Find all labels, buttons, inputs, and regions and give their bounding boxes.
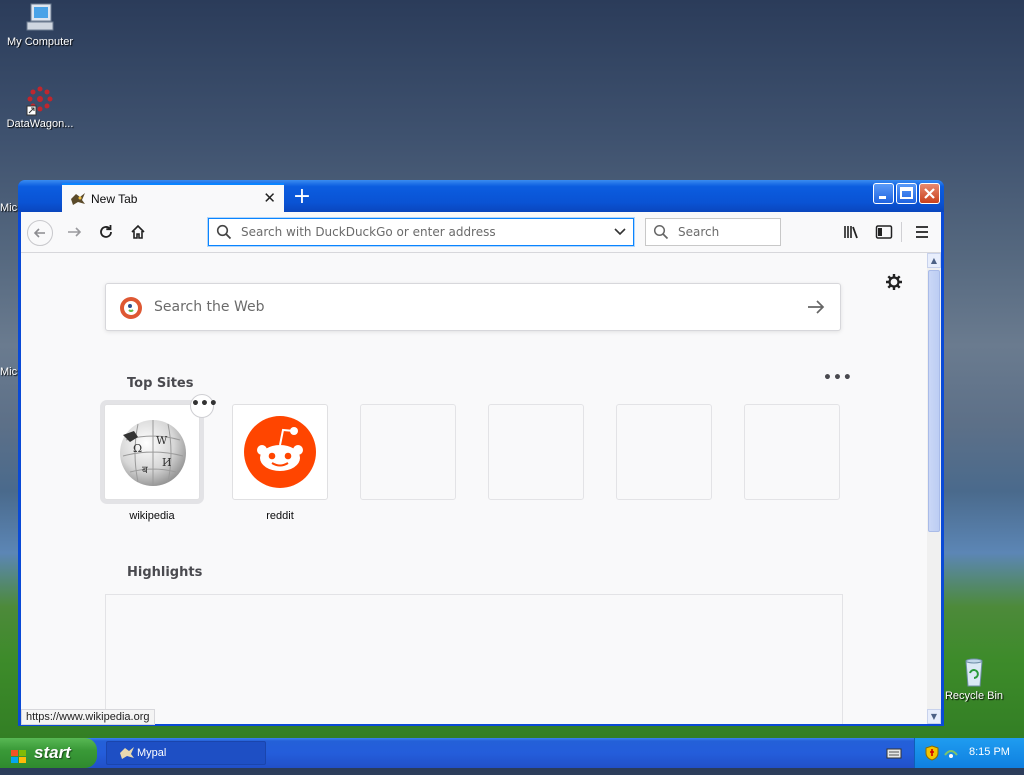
desktop-icon-recycle-bin[interactable]: Recycle Bin: [934, 656, 1014, 702]
desktop-icon-label-clipped[interactable]: Mic: [0, 202, 17, 214]
security-shield-icon[interactable]: [925, 745, 939, 764]
back-button[interactable]: [27, 220, 53, 246]
top-site-tile-empty[interactable]: [360, 404, 456, 500]
web-search-box[interactable]: [105, 283, 841, 331]
desktop-icon-label: My Computer: [6, 36, 74, 48]
datawagon-icon: [23, 84, 57, 116]
home-icon: [131, 224, 145, 239]
highlights-heading: Highlights: [127, 565, 203, 580]
taskbar: start Mypal 8:15 PM: [0, 738, 1024, 768]
duckduckgo-icon: [120, 297, 142, 319]
desktop-icon-label: DataWagon...: [6, 118, 74, 130]
close-button[interactable]: [919, 183, 940, 204]
search-icon: [216, 224, 232, 243]
top-site-tile-wikipedia[interactable]: Ω W И ब: [104, 404, 200, 500]
status-bar-url: https://www.wikipedia.org: [21, 709, 155, 725]
arrow-right-icon[interactable]: [806, 297, 826, 320]
new-tab-button[interactable]: +: [286, 183, 318, 211]
desktop-icon-my-computer[interactable]: My Computer: [0, 2, 80, 48]
menu-button[interactable]: [909, 219, 935, 245]
start-button[interactable]: start: [0, 738, 97, 768]
svg-text:W: W: [156, 434, 168, 447]
mypal-icon: [119, 746, 135, 768]
highlights-placeholder: [105, 594, 843, 724]
desktop-icon-label-clipped[interactable]: Mic: [0, 366, 17, 378]
svg-text:ब: ब: [142, 465, 148, 476]
maximize-button[interactable]: [896, 183, 917, 204]
navigation-toolbar: [21, 212, 941, 253]
scroll-thumb[interactable]: [928, 270, 940, 532]
chevron-down-icon[interactable]: [613, 225, 627, 242]
desktop-icon-label: Recycle Bin: [944, 690, 1004, 702]
search-bar[interactable]: [645, 218, 781, 246]
title-bar[interactable]: New Tab ✕ +: [18, 180, 944, 212]
svg-text:И: И: [162, 456, 172, 469]
back-arrow-icon: [33, 228, 45, 238]
tab-title: New Tab: [91, 192, 138, 206]
top-site-tile-empty[interactable]: [616, 404, 712, 500]
url-bar[interactable]: [208, 218, 634, 246]
tab-new-tab[interactable]: New Tab ✕: [62, 183, 284, 212]
library-icon: [844, 226, 858, 239]
computer-icon: [23, 2, 57, 34]
taskbar-item-label: Mypal: [137, 747, 167, 759]
url-input[interactable]: [239, 224, 603, 240]
start-label: start: [34, 743, 71, 762]
new-tab-page: Top Sites ••• Ω W И ब ••• wikipedia: [21, 253, 927, 724]
windows-logo-icon: [10, 745, 28, 775]
library-button[interactable]: [839, 219, 865, 245]
system-tray: 8:15 PM: [914, 738, 1024, 768]
svg-text:Ω: Ω: [133, 442, 142, 455]
top-site-tile-empty[interactable]: [744, 404, 840, 500]
top-site-tile-reddit[interactable]: [232, 404, 328, 500]
top-site-label: reddit: [266, 510, 294, 522]
top-sites-heading: Top Sites: [127, 376, 194, 391]
sidebar-icon: [875, 225, 893, 239]
tab-close-icon[interactable]: ✕: [263, 189, 276, 207]
home-button[interactable]: [125, 219, 151, 245]
top-sites-more-button[interactable]: •••: [823, 370, 853, 386]
minimize-button[interactable]: [873, 183, 894, 204]
search-icon: [653, 224, 669, 243]
keyboard-icon[interactable]: [886, 746, 902, 763]
clock[interactable]: 8:15 PM: [969, 746, 1010, 758]
desktop-icon-datawagon[interactable]: DataWagon...: [0, 84, 80, 130]
recycle-bin-icon: [957, 656, 991, 688]
gear-icon[interactable]: [885, 273, 903, 294]
reload-button[interactable]: [93, 219, 119, 245]
tile-context-menu-button[interactable]: •••: [190, 394, 218, 418]
scroll-up-button[interactable]: ▲: [927, 253, 941, 268]
toolbar-divider: [901, 222, 902, 242]
reload-icon: [100, 225, 112, 238]
reddit-logo-icon: [244, 416, 316, 491]
sidebar-button[interactable]: [871, 219, 897, 245]
hamburger-menu-icon: [916, 226, 928, 238]
forward-button[interactable]: [61, 219, 87, 245]
forward-arrow-icon: [68, 227, 82, 237]
top-site-label: wikipedia: [129, 510, 175, 522]
top-site-tile-empty[interactable]: [488, 404, 584, 500]
web-search-input[interactable]: [152, 298, 776, 316]
taskbar-item-mypal[interactable]: Mypal: [106, 741, 266, 765]
scroll-down-button[interactable]: ▼: [927, 709, 941, 724]
search-input[interactable]: [676, 224, 780, 240]
wikipedia-logo-icon: Ω W И ब: [118, 418, 188, 491]
browser-window: New Tab ✕ + Search with DuckDuckGo or en…: [18, 180, 944, 726]
vertical-scrollbar[interactable]: ▲ ▼: [927, 253, 941, 724]
network-icon[interactable]: [943, 745, 959, 764]
mypal-icon: [70, 192, 86, 206]
